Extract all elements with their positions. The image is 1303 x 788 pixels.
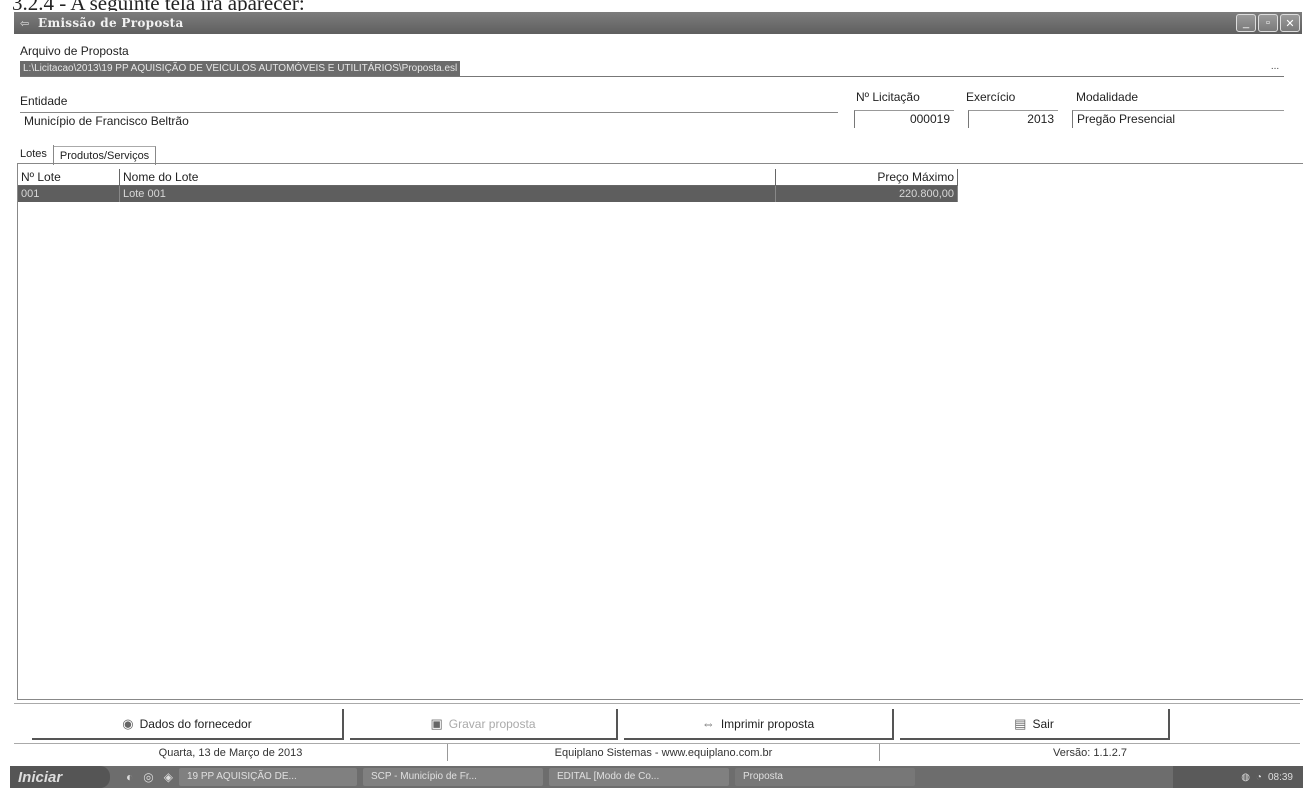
exit-button-label: Sair [1032,716,1054,731]
system-tray: ◍ ◔ 08:39 [1173,766,1303,788]
file-path-value[interactable]: L:\Licitacao\2013\19 PP AQUISIÇÃO DE VEI… [20,61,461,76]
bid-number-label: Nº Licitação [856,90,920,104]
cell-nome: Lote 001 [120,186,776,202]
task-proposta[interactable]: Proposta [734,768,915,786]
status-version: Versão: 1.1.2.7 [1053,746,1127,759]
window-title: Emissão de Proposta [38,16,184,30]
modality-field[interactable]: Pregão Presencial [1072,110,1284,128]
quick-launch-app-icon[interactable]: ◈ [164,770,173,784]
exit-icon: ▤ [1014,715,1027,731]
supplier-icon: ◉ [122,715,134,731]
save-button-label: Gravar proposta [448,716,536,731]
quick-launch-media-icon[interactable]: ◎ [143,770,153,784]
save-proposal-button[interactable]: ▣ Gravar proposta [350,709,618,740]
tray-clock[interactable]: 08:39 [1268,772,1293,783]
cell-preco: 220.800,00 [776,186,958,202]
print-icon: ⇔ [701,716,715,731]
supplier-button-label: Dados do fornecedor [139,716,252,731]
status-bar: Quarta, 13 de Março de 2013 Equiplano Si… [14,743,1300,761]
column-header-nome[interactable]: Nome do Lote [120,169,776,186]
document-heading: 3.2.4 - A seguinte tela irá aparecer: [12,0,305,11]
task-edital[interactable]: EDITAL [Modo de Co... [548,768,729,786]
exit-button[interactable]: ▤ Sair [900,709,1170,740]
entity-label: Entidade [20,94,68,108]
file-path-field[interactable]: L:\Licitacao\2013\19 PP AQUISIÇÃO DE VEI… [20,61,1284,77]
table-header: Nº Lote Nome do Lote Preço Máximo [18,169,958,186]
action-bar: ◉ Dados do fornecedor ▣ Gravar proposta … [14,703,1300,743]
start-button[interactable]: Iniciar [10,766,110,788]
maximize-icon[interactable]: ▫ [1258,14,1278,32]
column-header-lote[interactable]: Nº Lote [18,169,120,186]
start-label: Iniciar [18,768,63,786]
task-scp[interactable]: SCP - Município de Fr... [362,768,543,786]
minimize-icon[interactable]: _ [1236,14,1256,32]
lots-table: Nº Lote Nome do Lote Preço Máximo 001 Lo… [17,163,1303,700]
window-titlebar[interactable]: ⇦ Emissão de Proposta _ ▫ ✕ [14,12,1302,34]
tab-lotes[interactable]: Lotes [14,145,54,165]
save-icon: ▣ [430,715,443,731]
cell-lote: 001 [18,186,120,202]
taskbar: Iniciar ◐ ◎ ◈ 19 PP AQUISIÇÃO DE... SCP … [10,766,1303,788]
close-icon[interactable]: ✕ [1280,14,1300,32]
table-row[interactable]: 001 Lote 001 220.800,00 [18,186,958,202]
column-header-preco[interactable]: Preço Máximo [776,169,958,186]
window-controls: _ ▫ ✕ [1236,14,1300,32]
entity-field[interactable]: Município de Francisco Beltrão [20,112,838,130]
browse-button[interactable]: ... [1266,61,1284,76]
quick-launch-ie-icon[interactable]: ◐ [126,770,133,784]
status-company: Equiplano Sistemas - www.equiplano.com.b… [448,744,880,761]
quick-launch: ◐ ◎ ◈ [126,770,173,784]
supplier-data-button[interactable]: ◉ Dados do fornecedor [32,709,344,740]
file-label: Arquivo de Proposta [20,44,129,58]
tab-strip: Lotes Produtos/Serviços [14,145,157,165]
bid-number-field[interactable]: 000019 [854,110,954,128]
print-proposal-button[interactable]: ⇔ Imprimir proposta [624,709,894,740]
print-button-label: Imprimir proposta [720,716,815,731]
tray-volume-icon[interactable]: ◔ [1256,772,1262,783]
status-date: Quarta, 13 de Março de 2013 [14,744,448,761]
modality-label: Modalidade [1076,90,1139,104]
task-folder[interactable]: 19 PP AQUISIÇÃO DE... [178,768,357,786]
tray-network-icon[interactable]: ◍ [1241,772,1250,783]
app-arrows-icon: ⇦ [20,17,30,30]
year-field[interactable]: 2013 [968,110,1058,128]
year-label: Exercício [966,90,1016,104]
